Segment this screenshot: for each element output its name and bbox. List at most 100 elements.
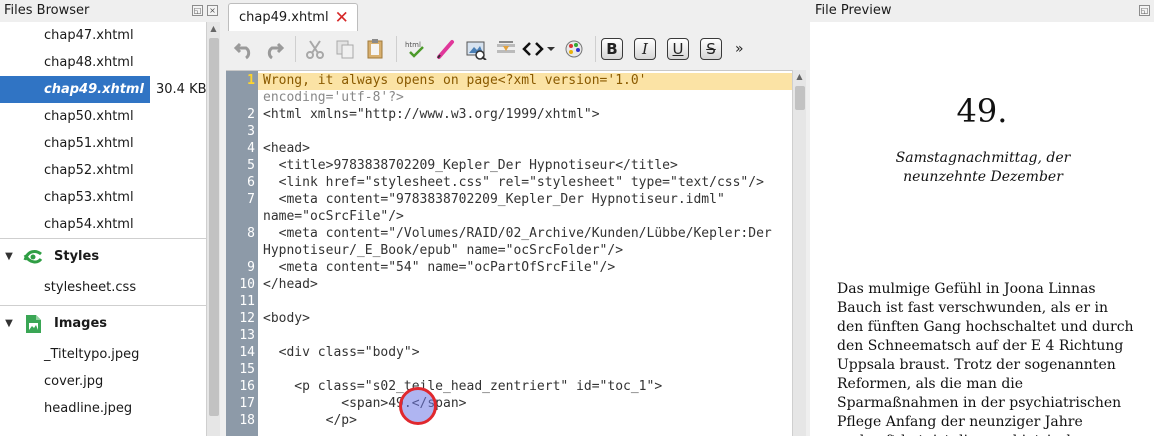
palette-icon[interactable]: [560, 35, 588, 63]
line-number: 13: [239, 328, 255, 343]
toolbar-overflow-button[interactable]: »: [735, 41, 744, 57]
file-item-selected[interactable]: chap49.xhtml 30.4 KB: [0, 76, 206, 103]
tab-chap49[interactable]: chap49.xhtml ✕: [228, 3, 358, 31]
images-icon: [22, 313, 44, 335]
file-tree: chap47.xhtml chap48.xhtml chap49.xhtml 30…: [0, 22, 206, 436]
click-marker: [399, 387, 437, 425]
image-icon[interactable]: [462, 35, 490, 63]
line-number: 1: [247, 73, 255, 88]
code-line: <p class="s02_teile_head_zentriert" id="…: [263, 379, 663, 394]
undo-icon[interactable]: [230, 35, 258, 63]
code-line: <div class="body">: [263, 345, 420, 360]
svg-text:html: html: [405, 41, 421, 49]
file-name: stylesheet.css: [44, 280, 137, 295]
file-item[interactable]: chap48.xhtml: [0, 49, 206, 76]
html-check-icon[interactable]: html: [402, 35, 430, 63]
underline-button[interactable]: U: [667, 38, 689, 60]
file-name: chap51.xhtml: [44, 136, 134, 151]
close-tab-icon[interactable]: ✕: [335, 8, 349, 28]
insert-icon[interactable]: [492, 35, 520, 63]
file-name: chap49.xhtml: [0, 76, 150, 103]
file-preview-panel: File Preview ◱ 49. Samstagnachmittag, de…: [810, 0, 1154, 436]
app-window: Files Browser ◱ × chap47.xhtml chap48.xh…: [0, 0, 1154, 436]
code-tags-icon[interactable]: [522, 35, 558, 63]
code-line: <head>: [263, 141, 310, 156]
scroll-up-icon[interactable]: ▲: [207, 22, 220, 36]
image-file-item[interactable]: _Titeltypo.jpeg: [0, 341, 206, 368]
files-browser-title-bar: Files Browser ◱ ×: [0, 0, 222, 22]
line-number: 8: [247, 226, 255, 241]
file-name: _Titeltypo.jpeg: [44, 347, 140, 362]
image-file-item[interactable]: headline.jpeg: [0, 395, 206, 422]
file-name: chap50.xhtml: [44, 109, 134, 124]
code-line: Hypnotiseur/_E_Book/epub" name="ocSrcFol…: [263, 243, 624, 258]
file-name: headline.jpeg: [44, 401, 133, 416]
preview-title: File Preview: [815, 3, 892, 18]
group-label: Styles: [54, 249, 100, 264]
line-number: 10: [239, 277, 255, 292]
bold-button[interactable]: B: [601, 38, 623, 60]
line-number: 11: [239, 294, 255, 309]
group-label: Images: [54, 316, 108, 331]
scrollbar-thumb[interactable]: [209, 38, 219, 416]
file-name: chap48.xhtml: [44, 55, 134, 70]
styles-icon: [22, 246, 44, 268]
file-item[interactable]: chap51.xhtml: [0, 130, 206, 157]
expand-arrow-icon[interactable]: ▼: [0, 318, 18, 329]
file-item[interactable]: chap54.xhtml: [0, 211, 206, 238]
line-number: 16: [239, 379, 255, 394]
preview-title-bar: File Preview ◱: [810, 0, 1154, 22]
style-file-item[interactable]: stylesheet.css: [0, 274, 206, 301]
code-line: </head>: [263, 277, 318, 292]
line-number: 15: [239, 362, 255, 377]
redo-icon[interactable]: [260, 35, 288, 63]
line-number: 9: [247, 260, 255, 275]
files-scrollbar[interactable]: ▲: [206, 22, 220, 436]
tab-label: chap49.xhtml: [239, 10, 329, 25]
file-name: chap47.xhtml: [44, 28, 134, 43]
chapter-body-text: Das mulmige Gefühl in Joona Linnas Bauch…: [837, 281, 1134, 436]
expand-arrow-icon[interactable]: ▼: [0, 251, 18, 262]
file-size: 30.4 KB: [156, 82, 206, 97]
cut-icon[interactable]: [301, 35, 329, 63]
code-line: <body>: [263, 311, 310, 326]
italic-button[interactable]: I: [634, 38, 656, 60]
float-icon[interactable]: ◱: [1139, 5, 1150, 16]
file-name: chap54.xhtml: [44, 217, 134, 232]
copy-icon[interactable]: [331, 35, 359, 63]
strikethrough-button[interactable]: S: [700, 38, 722, 60]
file-name: cover.jpg: [44, 374, 104, 389]
line-number: 18: [239, 413, 255, 428]
code-scrollbar[interactable]: ▲: [792, 70, 806, 436]
line-number: 17: [239, 396, 255, 411]
preview-page[interactable]: 49. Samstagnachmittag, der neunzehnte De…: [810, 22, 1154, 436]
file-item[interactable]: chap53.xhtml: [0, 184, 206, 211]
editor-toolbar: html B I U S »: [226, 31, 810, 67]
images-group[interactable]: ▼ Images: [0, 305, 206, 341]
code-editor[interactable]: 1 2 3 4 5 6 7 8 9 10 11 12 13 14 15 16 1…: [226, 70, 792, 436]
file-item[interactable]: chap52.xhtml: [0, 157, 206, 184]
float-icon[interactable]: ◱: [192, 5, 203, 16]
toolbar-separator: [295, 36, 296, 62]
line-number: 2: [247, 107, 255, 122]
tab-bar: chap49.xhtml ✕: [222, 0, 810, 31]
toolbar-separator: [396, 36, 397, 62]
code-line: </p>: [263, 413, 357, 428]
styles-group[interactable]: ▼ Styles: [0, 238, 206, 274]
chapter-number: 49.: [956, 92, 1008, 130]
code-line: Wrong, it always opens on page<?xml vers…: [263, 73, 647, 88]
paste-icon[interactable]: [361, 35, 389, 63]
chapter-subtitle: Samstagnachmittag, der neunzehnte Dezemb…: [895, 150, 1071, 185]
code-line: <meta content="9783838702209_Kepler_Der …: [263, 192, 725, 207]
scroll-up-icon[interactable]: ▲: [793, 70, 806, 84]
file-item[interactable]: chap47.xhtml: [0, 22, 206, 49]
line-number: 3: [247, 124, 255, 139]
file-item[interactable]: chap50.xhtml: [0, 103, 206, 130]
code-line: <meta content="/Volumes/RAID/02_Archive/…: [263, 226, 772, 241]
pen-icon[interactable]: [432, 35, 460, 63]
code-line: name="ocSrcFile"/>: [263, 209, 404, 224]
scrollbar-thumb[interactable]: [795, 86, 805, 110]
file-name: chap53.xhtml: [44, 190, 134, 205]
image-file-item[interactable]: cover.jpg: [0, 368, 206, 395]
close-icon[interactable]: ×: [207, 5, 218, 16]
